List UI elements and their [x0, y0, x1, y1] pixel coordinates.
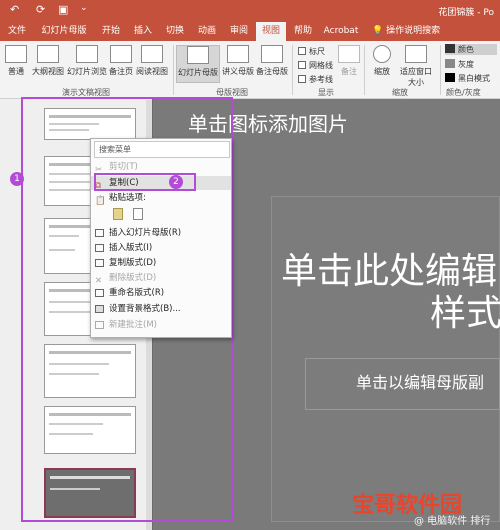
color-option-color[interactable]: 颜色 [445, 44, 497, 55]
slide-sorter-icon [76, 45, 98, 63]
handout-master-button[interactable]: 讲义母版 [221, 45, 255, 77]
normal-view-button[interactable]: 普通 [4, 45, 28, 77]
zoom-button[interactable]: 缩放 [370, 45, 394, 77]
slide-master-button[interactable]: 幻灯片母版 [176, 45, 220, 83]
presentation-icon[interactable]: ▣ [58, 3, 68, 16]
notes-page-icon [110, 45, 132, 63]
ribbon-separator [292, 45, 293, 95]
lightbulb-icon: 💡 [372, 26, 384, 36]
format-background-icon [95, 305, 104, 313]
reading-view-button[interactable]: 阅读视图 [134, 45, 170, 77]
undo-icon[interactable]: ↶ [10, 3, 19, 16]
menu-item-duplicate-layout[interactable]: 复制版式(D) [91, 256, 231, 270]
normal-view-icon [5, 45, 27, 63]
comment-icon [95, 321, 104, 329]
tell-me-search[interactable]: 💡 操作说明搜索 [372, 22, 440, 41]
clipboard-icon: 📋 [95, 196, 106, 206]
dropdown-icon[interactable]: ⌄ [80, 3, 88, 13]
handout-master-icon [227, 45, 249, 63]
menu-search-input[interactable]: 搜索菜单 [94, 141, 230, 158]
tab-review[interactable]: 审阅 [224, 22, 254, 41]
group-label-color: 颜色/灰度 [446, 88, 481, 97]
magnifier-icon [373, 45, 391, 63]
menu-item-delete-layout[interactable]: ✕ 删除版式(D) [91, 271, 231, 286]
paste-option-icon[interactable] [113, 208, 123, 220]
notes-button[interactable]: 备注 [338, 45, 360, 77]
notes-page-button[interactable]: 备注页 [108, 45, 134, 77]
menu-item-paste-options: 📋 粘贴选项: [95, 193, 146, 206]
reading-view-icon [141, 45, 163, 63]
fit-to-window-button[interactable]: 适应窗口大小 [398, 45, 434, 88]
black-white-swatch-icon [445, 73, 455, 82]
checkbox-box [298, 75, 306, 83]
ribbon-tabs: 文件 幻灯片母版 开始 插入 切换 动画 审阅 视图 帮助 Acrobat 💡 … [0, 22, 500, 41]
outline-view-icon [37, 45, 59, 63]
notes-master-button[interactable]: 备注母版 [255, 45, 289, 77]
gridlines-checkbox[interactable]: 网格线 [298, 60, 333, 71]
delete-icon: ✕ [95, 276, 103, 286]
menu-item-insert-layout[interactable]: 插入版式(I) [91, 241, 231, 255]
color-option-black-white[interactable]: 黑白模式 [445, 73, 490, 84]
annotation-badge-2: 2 [169, 175, 183, 189]
menu-item-insert-master[interactable]: 插入幻灯片母版(R) [91, 226, 231, 240]
title-placeholder-text-line2[interactable]: 样式 [430, 284, 500, 336]
outline-view-button[interactable]: 大纲视图 [30, 45, 66, 77]
scissors-icon: ✂ [95, 165, 103, 175]
rename-icon [95, 289, 104, 297]
ribbon-separator [364, 45, 365, 95]
menu-item-new-comment[interactable]: 新建批注(M) [91, 318, 231, 332]
menu-item-cut[interactable]: ✂ 剪切(T) [91, 160, 231, 175]
notes-master-icon [261, 45, 283, 63]
title-bar: ↶ ⟳ ▣ ⌄ 花团锦簇 - Po [0, 0, 500, 22]
duplicate-layout-icon [95, 259, 104, 267]
slide-master-icon [187, 46, 209, 64]
menu-item-rename-layout[interactable]: 重命名版式(R) [91, 286, 231, 300]
checkbox-box [298, 61, 306, 69]
paste-options-icons [91, 206, 231, 224]
group-label-zoom: 缩放 [392, 88, 408, 97]
tab-help[interactable]: 帮助 [288, 22, 318, 41]
tab-transitions[interactable]: 切换 [160, 22, 190, 41]
refresh-icon[interactable]: ⟳ [36, 3, 45, 16]
color-option-grayscale[interactable]: 灰度 [445, 59, 474, 70]
grayscale-swatch-icon [445, 59, 455, 68]
notes-icon [338, 45, 360, 63]
insert-layout-icon [95, 244, 104, 252]
slide-sorter-button[interactable]: 幻灯片浏览 [66, 45, 108, 77]
ribbon-separator [173, 45, 174, 95]
tab-insert[interactable]: 插入 [128, 22, 158, 41]
annotation-badge-1: 1 [10, 172, 24, 186]
paste-as-picture-icon[interactable] [133, 208, 143, 220]
insert-master-icon [95, 229, 104, 237]
document-title: 花团锦簇 - Po [438, 8, 494, 18]
checkbox-box [298, 47, 306, 55]
color-swatch-icon [445, 44, 455, 53]
ribbon: 普通 大纲视图 幻灯片浏览 备注页 阅读视图 演示文稿视图 幻灯片母版 讲义母版… [0, 41, 500, 99]
group-label-show: 显示 [318, 88, 334, 97]
context-menu: 搜索菜单 ✂ 剪切(T) ⧉ 复制(C) 📋 粘贴选项: 插入幻灯片母版(R) 插入版… [90, 138, 232, 338]
tab-acrobat[interactable]: Acrobat [320, 22, 362, 41]
subtitle-placeholder-text[interactable]: 单击以编辑母版副 [356, 369, 484, 393]
ruler-checkbox[interactable]: 标尺 [298, 46, 325, 57]
tab-slide-master[interactable]: 幻灯片母版 [34, 22, 94, 41]
tab-view[interactable]: 视图 [256, 22, 286, 41]
tab-file[interactable]: 文件 [2, 22, 32, 41]
menu-item-format-background[interactable]: 设置背景格式(B)... [91, 302, 231, 316]
tab-home[interactable]: 开始 [96, 22, 126, 41]
tab-animations[interactable]: 动画 [192, 22, 222, 41]
ribbon-separator [440, 45, 441, 95]
guides-checkbox[interactable]: 参考线 [298, 74, 333, 85]
watermark-subtext: @ 电脑软件 排行 [414, 516, 491, 527]
fit-window-icon [405, 45, 427, 63]
